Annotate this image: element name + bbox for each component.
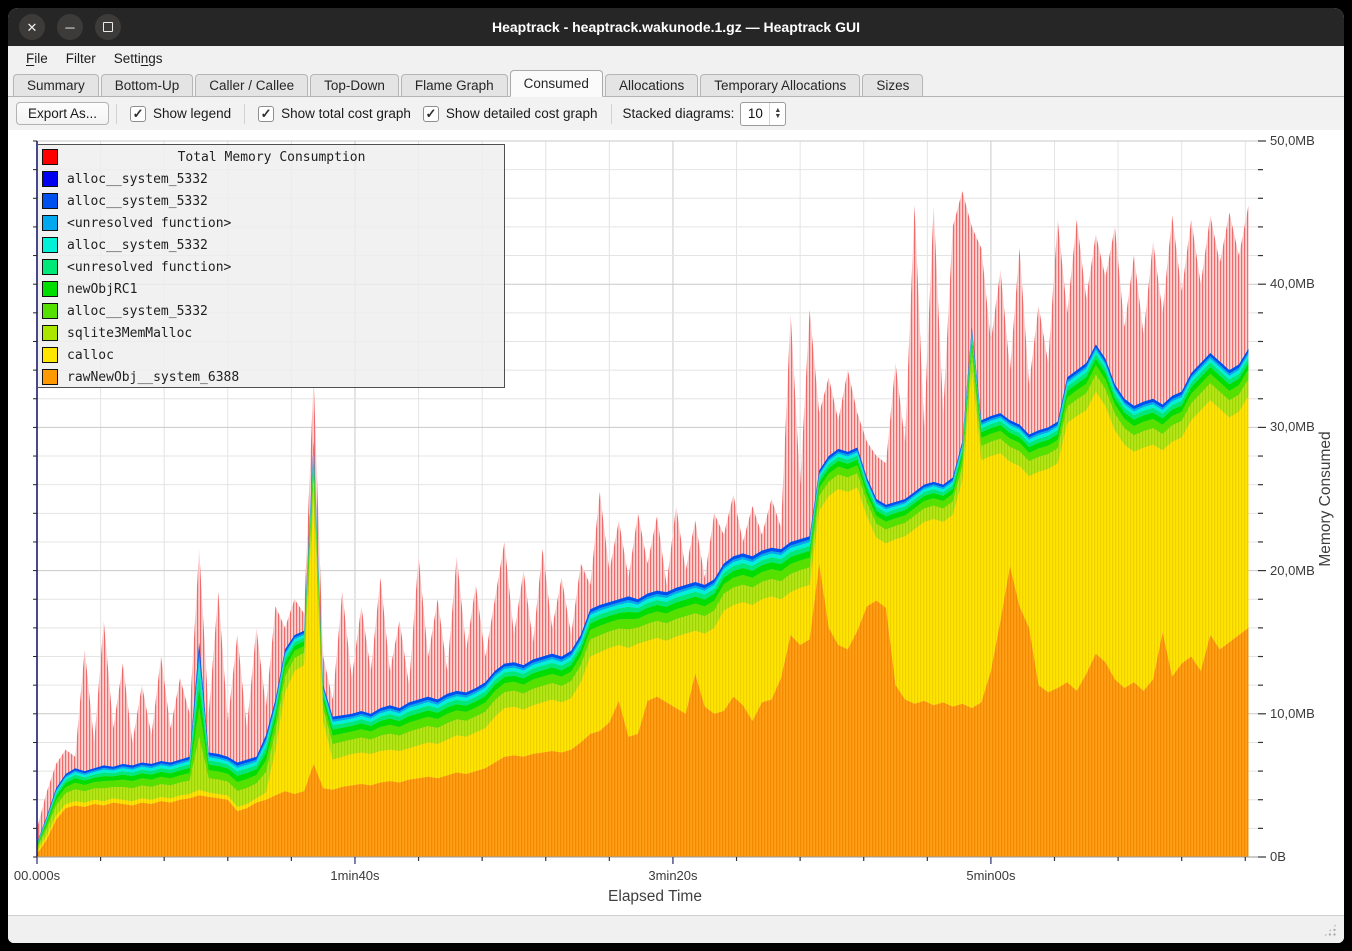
spin-down-icon[interactable]: ▼: [774, 114, 781, 120]
legend-item: alloc__system_5332: [38, 234, 504, 256]
y-tick-label: 30,0MB: [1270, 419, 1315, 434]
close-icon: ✕: [27, 21, 38, 34]
resize-grip-icon[interactable]: [1323, 923, 1337, 937]
tab-sizes[interactable]: Sizes: [862, 74, 923, 96]
checkmark-icon: ✓: [258, 106, 274, 122]
legend-item: alloc__system_5332: [38, 190, 504, 212]
legend-item: sqlite3MemMalloc: [38, 322, 504, 344]
legend-label: alloc__system_5332: [67, 238, 208, 253]
legend-swatch: [42, 259, 58, 275]
heaptrack-window: ✕ ─ Heaptrack - heaptrack.wakunode.1.gz …: [8, 8, 1344, 943]
minimize-button[interactable]: ─: [57, 14, 83, 40]
close-button[interactable]: ✕: [19, 14, 45, 40]
legend-swatch: [42, 193, 58, 209]
export-as-button[interactable]: Export As...: [16, 102, 109, 125]
checkbox-label: Show total cost graph: [281, 106, 411, 121]
maximize-button[interactable]: [95, 14, 121, 40]
x-tick-label: 5min00s: [966, 868, 1015, 883]
y-tick-label: 10,0MB: [1270, 706, 1315, 721]
x-axis-title: Elapsed Time: [595, 888, 715, 906]
legend-label: rawNewObj__system_6388: [67, 370, 239, 385]
y-tick-label: 20,0MB: [1270, 563, 1315, 578]
toolbar-separator: [116, 104, 117, 124]
x-tick-label: 1min40s: [330, 868, 379, 883]
y-tick-label: 0B: [1270, 849, 1286, 864]
legend-item: alloc__system_5332: [38, 300, 504, 322]
toolbar-separator: [244, 104, 245, 124]
menu-file[interactable]: File: [17, 49, 57, 68]
x-tick-label: 3min20s: [648, 868, 697, 883]
tab-bar: SummaryBottom-UpCaller / CalleeTop-DownF…: [8, 70, 1344, 97]
legend-item: alloc__system_5332: [38, 168, 504, 190]
legend-swatch: [42, 215, 58, 231]
x-tick-label: 00.000s: [14, 868, 60, 883]
legend-swatch: [42, 369, 58, 385]
chart-legend: Total Memory Consumption alloc__system_53…: [37, 144, 505, 388]
legend-swatch: [42, 237, 58, 253]
toolbar-checkboxes: ✓ Show legend ✓ Show total cost graph ✓ Show …: [124, 104, 604, 124]
tab-consumed[interactable]: Consumed: [510, 70, 603, 97]
legend-swatch: [42, 303, 58, 319]
tab-top-down[interactable]: Top-Down: [310, 74, 399, 96]
chart-area[interactable]: Total Memory Consumption alloc__system_53…: [8, 130, 1344, 915]
menu-settings[interactable]: Settings: [105, 49, 172, 68]
tab-flame-graph[interactable]: Flame Graph: [401, 74, 508, 96]
checkbox-label: Show legend: [153, 106, 231, 121]
checkmark-icon: ✓: [130, 106, 146, 122]
window-title: Heaptrack - heaptrack.wakunode.1.gz — He…: [8, 19, 1344, 35]
checkbox-show-detailed-cost-graph[interactable]: ✓ Show detailed cost graph: [423, 106, 598, 122]
window-controls: ✕ ─: [19, 14, 121, 40]
legend-item: <unresolved function>: [38, 212, 504, 234]
legend-label: alloc__system_5332: [67, 172, 208, 187]
legend-item: rawNewObj__system_6388: [38, 366, 504, 388]
legend-label: newObjRC1: [67, 282, 137, 297]
spinner-arrows[interactable]: ▲ ▼: [769, 103, 785, 125]
maximize-icon: [103, 22, 113, 32]
status-bar: [8, 915, 1344, 943]
legend-title-row: Total Memory Consumption: [38, 146, 504, 168]
legend-swatch: [42, 281, 58, 297]
legend-title: Total Memory Consumption: [67, 150, 476, 165]
menu-bar: FileFilterSettings: [8, 46, 1344, 70]
stacked-diagrams-spinner[interactable]: 10 ▲ ▼: [740, 102, 786, 126]
legend-label: alloc__system_5332: [67, 304, 208, 319]
toolbar-separator: [611, 104, 612, 124]
legend-item: calloc: [38, 344, 504, 366]
legend-label: <unresolved function>: [67, 216, 231, 231]
checkbox-show-legend[interactable]: ✓ Show legend: [130, 106, 231, 122]
y-axis-title: Memory Consumed: [1317, 431, 1335, 566]
tab-caller-callee[interactable]: Caller / Callee: [195, 74, 308, 96]
checkbox-label: Show detailed cost graph: [446, 106, 598, 121]
checkbox-show-total-cost-graph[interactable]: ✓ Show total cost graph: [258, 106, 411, 122]
legend-swatch: [42, 171, 58, 187]
legend-swatch: [42, 347, 58, 363]
tab-temporary-allocations[interactable]: Temporary Allocations: [700, 74, 860, 96]
legend-label: calloc: [67, 348, 114, 363]
tab-bottom-up[interactable]: Bottom-Up: [101, 74, 194, 96]
checkmark-icon: ✓: [423, 106, 439, 122]
legend-label: <unresolved function>: [67, 260, 231, 275]
stacked-diagrams-label: Stacked diagrams:: [623, 106, 735, 121]
y-tick-label: 50,0MB: [1270, 133, 1315, 148]
legend-item: newObjRC1: [38, 278, 504, 300]
y-tick-label: 40,0MB: [1270, 276, 1315, 291]
legend-label: sqlite3MemMalloc: [67, 326, 192, 341]
legend-label: alloc__system_5332: [67, 194, 208, 209]
tab-allocations[interactable]: Allocations: [605, 74, 698, 96]
legend-swatch: [42, 325, 58, 341]
legend-swatch: [42, 149, 58, 165]
title-bar: ✕ ─ Heaptrack - heaptrack.wakunode.1.gz …: [8, 8, 1344, 46]
menu-filter[interactable]: Filter: [57, 49, 105, 68]
toolbar: Export As... ✓ Show legend ✓ Show total cos…: [8, 97, 1344, 130]
stacked-diagrams-value: 10: [741, 103, 769, 125]
legend-item: <unresolved function>: [38, 256, 504, 278]
minimize-icon: ─: [65, 21, 74, 34]
tab-summary[interactable]: Summary: [13, 74, 99, 96]
